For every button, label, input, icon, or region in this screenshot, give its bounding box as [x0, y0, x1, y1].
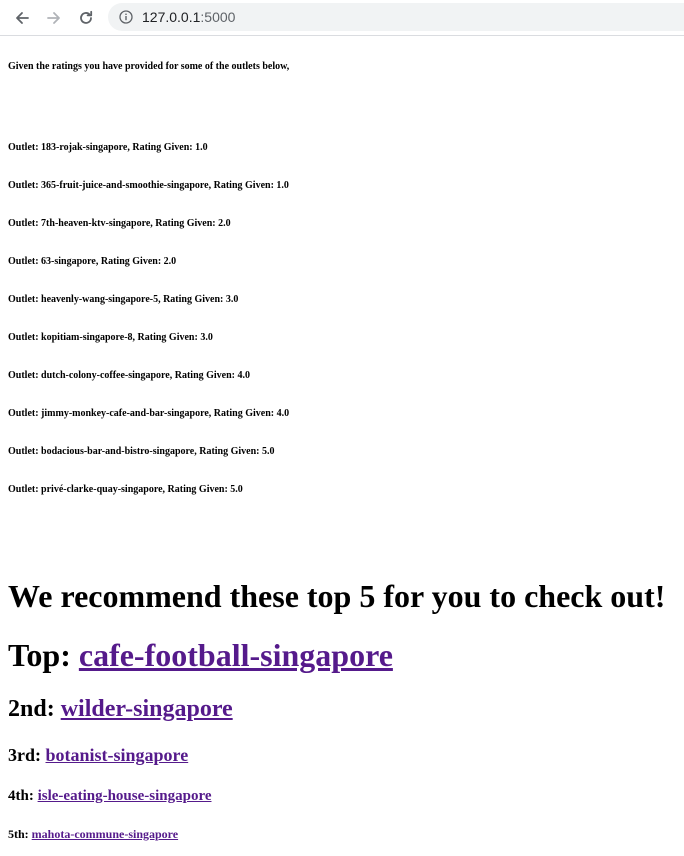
url-host: 127.0.0.1 [142, 9, 201, 25]
recommend-heading: We recommend these top 5 for you to chec… [8, 578, 666, 614]
rank-label: 5th: [8, 827, 32, 841]
rating-row: Outlet: 365-fruit-juice-and-smoothie-sin… [8, 180, 289, 191]
rating-row: Outlet: heavenly-wang-singapore-5, Ratin… [8, 294, 239, 305]
intro-text: Given the ratings you have provided for … [8, 61, 290, 72]
recommendation-3rd: 3rd: botanist-singapore [8, 744, 188, 766]
address-bar[interactable]: 127.0.0.1:5000 [108, 3, 684, 31]
forward-button[interactable] [43, 7, 65, 29]
recommendation-link[interactable]: wilder-singapore [61, 696, 233, 722]
recommendation-4th: 4th: isle-eating-house-singapore [8, 787, 212, 805]
recommendation-link[interactable]: isle-eating-house-singapore [38, 788, 212, 804]
rating-row: Outlet: kopitiam-singapore-8, Rating Giv… [8, 332, 213, 343]
rank-label: 4th: [8, 788, 38, 804]
browser-toolbar: 127.0.0.1:5000 [0, 0, 684, 36]
rating-row: Outlet: bodacious-bar-and-bistro-singapo… [8, 446, 275, 457]
back-button[interactable] [11, 7, 33, 29]
recommendation-link[interactable]: botanist-singapore [46, 745, 189, 765]
rating-row: Outlet: jimmy-monkey-cafe-and-bar-singap… [8, 408, 290, 419]
arrow-left-icon [16, 12, 29, 24]
reload-button[interactable] [75, 7, 97, 29]
url-text[interactable]: 127.0.0.1:5000 [142, 8, 235, 26]
recommendation-5th: 5th: mahota-commune-singapore [8, 827, 178, 841]
url-port: :5000 [200, 9, 236, 25]
rating-row: Outlet: 183-rojak-singapore, Rating Give… [8, 142, 208, 153]
recommendation-top: Top: cafe-football-singapore [8, 636, 393, 674]
info-icon[interactable] [119, 10, 133, 24]
rank-label: 3rd: [8, 745, 46, 765]
arrow-right-icon [47, 12, 60, 24]
rating-row: Outlet: privé-clarke-quay-singapore, Rat… [8, 484, 243, 495]
recommendation-link[interactable]: cafe-football-singapore [79, 637, 393, 673]
reload-icon [80, 10, 93, 24]
rank-label: 2nd: [8, 696, 61, 722]
rank-label: Top: [8, 637, 79, 673]
rating-row: Outlet: 63-singapore, Rating Given: 2.0 [8, 256, 177, 267]
recommendation-link[interactable]: mahota-commune-singapore [32, 827, 178, 841]
recommendation-2nd: 2nd: wilder-singapore [8, 695, 233, 723]
rating-row: Outlet: dutch-colony-coffee-singapore, R… [8, 370, 251, 381]
rating-row: Outlet: 7th-heaven-ktv-singapore, Rating… [8, 218, 231, 229]
